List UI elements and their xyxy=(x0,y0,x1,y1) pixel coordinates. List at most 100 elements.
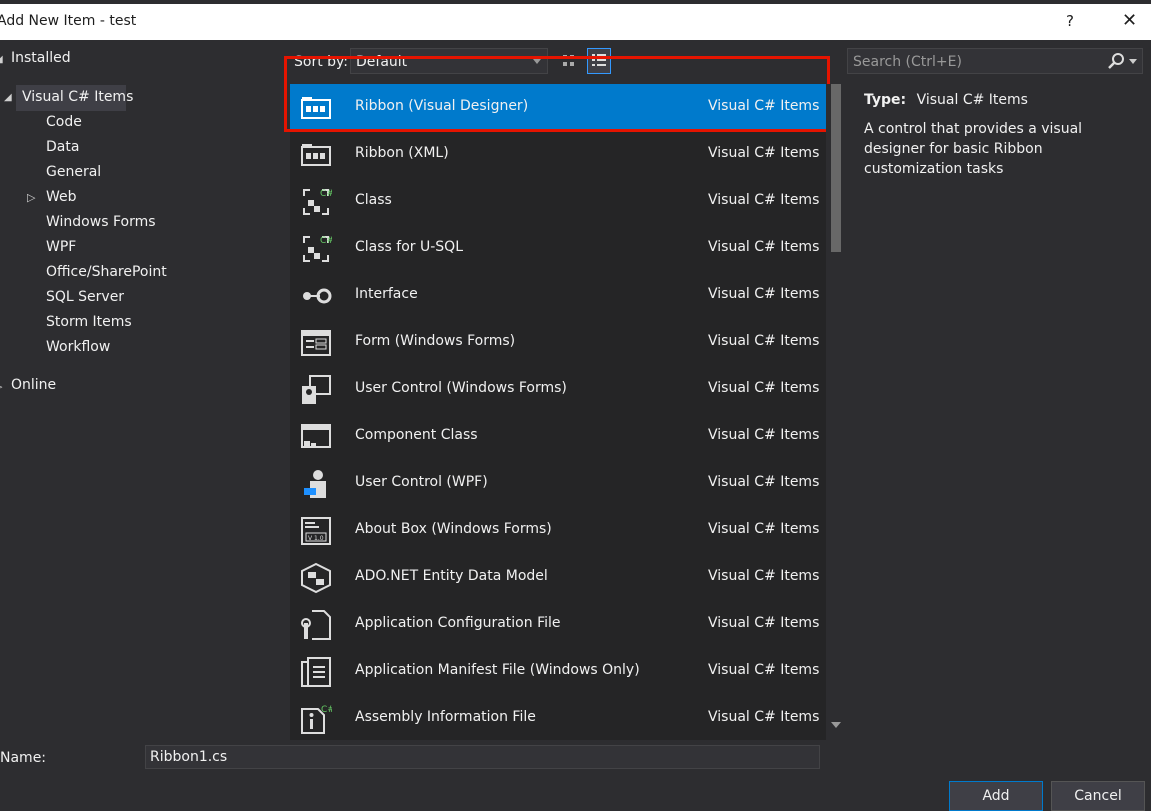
sort-by-value: Default xyxy=(356,54,408,70)
item-category: Visual C# Items xyxy=(708,709,820,725)
list-view-icon xyxy=(592,54,606,66)
tree-item-code[interactable]: Code xyxy=(46,114,82,130)
help-button[interactable]: ? xyxy=(1066,12,1074,30)
list-scrollbar[interactable] xyxy=(826,84,846,740)
tree-item-office-sharepoint[interactable]: Office/SharePoint xyxy=(46,264,167,280)
item-category: Visual C# Items xyxy=(708,615,820,631)
tree-item-data[interactable]: Data xyxy=(46,139,79,155)
tree-item-windows-forms[interactable]: Windows Forms xyxy=(46,214,156,230)
item-name: User Control (WPF) xyxy=(355,474,488,490)
assembly-info-icon: C# xyxy=(301,705,332,734)
item-name: Ribbon (Visual Designer) xyxy=(355,98,529,114)
chevron-down-icon[interactable] xyxy=(1129,59,1137,64)
item-name: Component Class xyxy=(355,427,478,443)
item-category: Visual C# Items xyxy=(708,192,820,208)
item-category: Visual C# Items xyxy=(708,145,820,161)
item-name: Form (Windows Forms) xyxy=(355,333,516,349)
list-item[interactable]: C# Assembly Information File Visual C# I… xyxy=(290,695,826,740)
list-view-button[interactable] xyxy=(587,48,611,74)
tree-item-sql-server[interactable]: SQL Server xyxy=(46,289,124,305)
interface-icon xyxy=(303,288,332,304)
collapse-arrow-icon[interactable]: ◢ xyxy=(4,92,12,103)
ribbon-icon xyxy=(301,144,331,166)
dialog-title: Add New Item - test xyxy=(0,13,137,29)
tree-item-wpf[interactable]: WPF xyxy=(46,239,76,255)
chevron-down-icon xyxy=(533,59,541,64)
list-item[interactable]: User Control (Windows Forms) Visual C# I… xyxy=(290,366,826,413)
class-icon: C# xyxy=(303,189,332,215)
item-name: Application Manifest File (Windows Only) xyxy=(355,662,640,678)
name-field[interactable] xyxy=(145,745,820,769)
item-name: Assembly Information File xyxy=(355,709,536,725)
list-item[interactable]: C# Class for U-SQL Visual C# Items xyxy=(290,225,826,272)
class-icon: C# xyxy=(303,236,332,262)
item-name: About Box (Windows Forms) xyxy=(355,521,552,537)
scrollbar-thumb[interactable] xyxy=(831,84,841,252)
grid-view-button[interactable] xyxy=(557,48,581,74)
tree-item-general[interactable]: General xyxy=(46,164,101,180)
sort-by-label: Sort by: xyxy=(294,54,349,70)
item-category: Visual C# Items xyxy=(708,98,820,114)
item-name: Interface xyxy=(355,286,418,302)
item-category: Visual C# Items xyxy=(708,662,820,678)
list-item[interactable]: Component Class Visual C# Items xyxy=(290,413,826,460)
tree-item-installed[interactable]: Installed xyxy=(11,50,71,66)
type-label: Type: xyxy=(864,92,907,108)
item-category: Visual C# Items xyxy=(708,427,820,443)
tree-item-storm-items[interactable]: Storm Items xyxy=(46,314,132,330)
list-item[interactable]: Application Manifest File (Windows Only)… xyxy=(290,648,826,695)
list-item[interactable]: User Control (WPF) Visual C# Items xyxy=(290,460,826,507)
item-category: Visual C# Items xyxy=(708,380,820,396)
user-control-icon xyxy=(302,375,331,404)
item-name: Application Configuration File xyxy=(355,615,561,631)
tree-item-visual-csharp-items[interactable]: Visual C# Items xyxy=(22,89,133,105)
svg-text:C#: C# xyxy=(320,189,332,199)
about-box-icon: V 1.0 xyxy=(301,517,331,545)
expand-arrow-icon[interactable]: ▷ xyxy=(27,191,35,204)
form-icon xyxy=(301,330,331,356)
entity-model-icon xyxy=(301,562,331,594)
list-item[interactable]: Ribbon (Visual Designer) Visual C# Items xyxy=(290,84,826,131)
name-label: Name: xyxy=(0,750,47,766)
template-tree: ◢ Installed ◢ Visual C# Items Code Data … xyxy=(0,40,270,740)
svg-text:C#: C# xyxy=(321,705,332,715)
item-category: Visual C# Items xyxy=(708,474,820,490)
sort-by-dropdown[interactable]: Default xyxy=(350,48,548,74)
item-name: Class xyxy=(355,192,392,208)
item-name: Class for U-SQL xyxy=(355,239,463,255)
add-button[interactable]: Add xyxy=(949,781,1043,811)
tree-item-web[interactable]: Web xyxy=(46,189,77,205)
list-item[interactable]: Interface Visual C# Items xyxy=(290,272,826,319)
tree-item-workflow[interactable]: Workflow xyxy=(46,339,110,355)
list-item[interactable]: ADO.NET Entity Data Model Visual C# Item… xyxy=(290,554,826,601)
manifest-file-icon xyxy=(301,657,331,687)
search-icon[interactable] xyxy=(1108,52,1124,70)
dialog-title-bar: Add New Item - test ? ✕ xyxy=(0,4,1151,40)
template-list: Ribbon (Visual Designer) Visual C# Items… xyxy=(290,84,826,740)
list-item[interactable]: V 1.0 About Box (Windows Forms) Visual C… xyxy=(290,507,826,554)
sort-toolbar: Sort by: Default xyxy=(290,48,830,76)
list-item[interactable]: Form (Windows Forms) Visual C# Items xyxy=(290,319,826,366)
close-button[interactable]: ✕ xyxy=(1122,10,1137,31)
component-icon xyxy=(301,424,331,448)
svg-text:V 1.0: V 1.0 xyxy=(308,535,324,542)
scroll-down-icon[interactable] xyxy=(831,722,841,728)
item-category: Visual C# Items xyxy=(708,521,820,537)
tree-item-online[interactable]: Online xyxy=(11,377,56,393)
type-line: Type: Visual C# Items xyxy=(864,92,1144,108)
item-category: Visual C# Items xyxy=(708,333,820,349)
collapse-arrow-icon[interactable]: ◢ xyxy=(0,54,3,65)
list-item[interactable]: Ribbon (XML) Visual C# Items xyxy=(290,131,826,178)
search-placeholder: Search (Ctrl+E) xyxy=(853,54,962,70)
item-description: A control that provides a visual designe… xyxy=(864,121,1083,177)
list-item[interactable]: Application Configuration File Visual C#… xyxy=(290,601,826,648)
item-name: User Control (Windows Forms) xyxy=(355,380,567,396)
cancel-button[interactable]: Cancel xyxy=(1051,781,1145,811)
search-input[interactable]: Search (Ctrl+E) xyxy=(847,48,1143,74)
grid-view-icon xyxy=(563,55,574,66)
expand-arrow-icon[interactable]: ▷ xyxy=(0,380,2,393)
config-file-icon xyxy=(301,610,331,640)
svg-text:C#: C# xyxy=(320,236,332,246)
list-item[interactable]: C# Class Visual C# Items xyxy=(290,178,826,225)
bottom-bar: Name: Add Cancel xyxy=(0,740,1151,811)
